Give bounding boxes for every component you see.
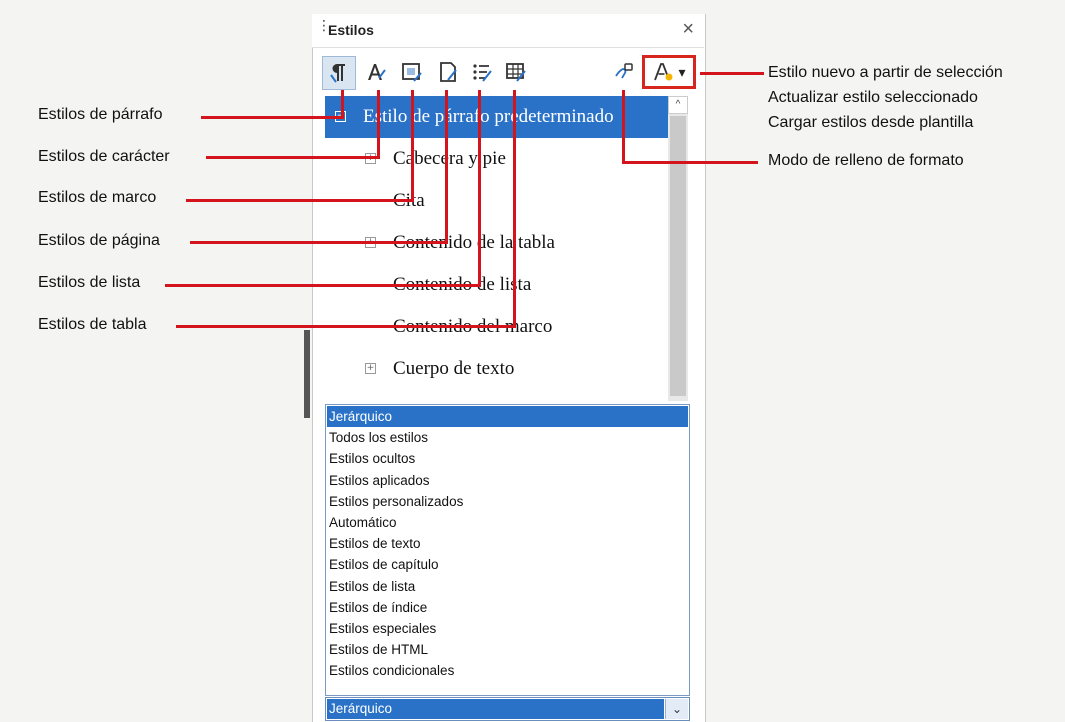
callout-line <box>341 90 344 119</box>
table-styles-button[interactable] <box>502 56 530 88</box>
sidebar-resize-handle[interactable] <box>304 330 310 418</box>
chevron-down-icon[interactable]: ⌄ <box>665 699 688 719</box>
callout-paragraph-styles: Estilos de párrafo <box>38 106 163 123</box>
callout-update-style: Actualizar estilo seleccionado <box>768 89 978 106</box>
scroll-thumb[interactable] <box>670 116 686 396</box>
fill-format-mode-button[interactable] <box>610 56 638 88</box>
callout-page-styles: Estilos de página <box>38 232 160 249</box>
paragraph-styles-icon <box>330 64 345 83</box>
character-styles-icon <box>368 64 386 80</box>
filter-option[interactable]: Automático <box>327 512 688 533</box>
tree-item-label: Estilo de párrafo predeterminado <box>363 106 614 127</box>
callout-load-styles: Cargar estilos desde plantilla <box>768 114 974 131</box>
filter-option[interactable]: Estilos de capítulo <box>327 554 688 575</box>
page-styles-button[interactable] <box>434 56 462 88</box>
callout-line <box>478 90 481 287</box>
callout-line <box>377 90 380 159</box>
new-style-from-selection-button[interactable]: ▾ <box>642 55 696 89</box>
callout-line <box>622 90 625 164</box>
panel-titlebar: ⋮ Estilos × <box>312 14 704 48</box>
scroll-up-button[interactable]: ^ <box>668 96 688 114</box>
list-styles-button[interactable] <box>468 56 496 88</box>
callout-line <box>445 90 448 244</box>
panel-title: Estilos <box>328 22 374 38</box>
filter-option[interactable]: Estilos aplicados <box>327 470 688 491</box>
chevron-down-icon: ▾ <box>678 63 686 80</box>
style-filter-dropdown-list[interactable]: Jerárquico Todos los estilos Estilos ocult… <box>325 404 690 696</box>
callout-line <box>190 241 448 244</box>
frame-styles-icon <box>402 63 422 82</box>
callout-line <box>186 199 414 202</box>
tree-scrollbar[interactable]: ^ <box>668 96 688 401</box>
close-button[interactable]: × <box>682 18 694 41</box>
callout-line <box>206 156 380 159</box>
callout-line <box>201 116 343 119</box>
paragraph-styles-button[interactable] <box>322 56 356 90</box>
expand-icon[interactable]: + <box>365 363 376 374</box>
tree-item-label: Cuerpo de texto <box>393 358 515 379</box>
styles-toolbar: ▾ <box>322 55 698 92</box>
filter-option[interactable]: Estilos de texto <box>327 533 688 554</box>
list-styles-icon <box>473 64 492 82</box>
callout-character-styles: Estilos de carácter <box>38 148 170 165</box>
filter-option[interactable]: Todos los estilos <box>327 427 688 448</box>
filter-option[interactable]: Jerárquico <box>327 406 688 427</box>
callout-new-style: Estilo nuevo a partir de selección <box>768 64 1003 81</box>
callout-line <box>622 161 758 164</box>
callout-table-styles: Estilos de tabla <box>38 316 147 333</box>
callout-list-styles: Estilos de lista <box>38 274 141 291</box>
page-styles-icon <box>440 62 457 82</box>
callout-line <box>513 90 516 328</box>
filter-option[interactable]: Estilos personalizados <box>327 491 688 512</box>
filter-option[interactable]: Estilos especiales <box>327 618 688 639</box>
callout-line <box>700 72 764 75</box>
character-styles-button[interactable] <box>362 56 390 88</box>
callout-line <box>411 90 414 202</box>
style-filter-value: Jerárquico <box>327 699 664 719</box>
callout-line <box>176 325 516 328</box>
style-filter-select[interactable]: Jerárquico ⌄ <box>325 697 690 721</box>
table-styles-icon <box>506 63 526 82</box>
filter-option[interactable]: Estilos de índice <box>327 597 688 618</box>
callout-fill-format-mode: Modo de relleno de formato <box>768 152 964 169</box>
callout-frame-styles: Estilos de marco <box>38 189 157 206</box>
tree-item[interactable]: + Cuerpo de texto <box>325 348 668 390</box>
callout-line <box>165 284 481 287</box>
filter-option[interactable]: Estilos ocultos <box>327 448 688 469</box>
filter-option[interactable]: Estilos de HTML <box>327 639 688 660</box>
fill-format-mode-icon <box>615 63 633 79</box>
filter-option[interactable]: Estilos de lista <box>327 576 688 597</box>
new-style-from-selection-icon <box>654 63 673 81</box>
filter-option[interactable]: Estilos condicionales <box>327 660 688 681</box>
tree-item-label: Cabecera y pie <box>393 148 506 169</box>
frame-styles-button[interactable] <box>398 56 426 88</box>
